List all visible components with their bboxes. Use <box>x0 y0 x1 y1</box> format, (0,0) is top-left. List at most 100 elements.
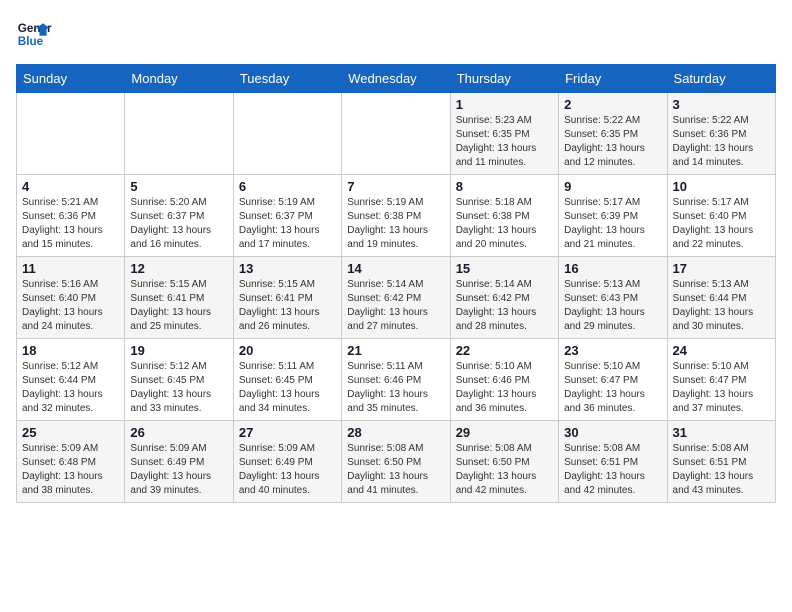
calendar-cell: 31Sunrise: 5:08 AM Sunset: 6:51 PM Dayli… <box>667 421 775 503</box>
logo-icon: General Blue <box>16 16 52 52</box>
calendar-cell: 20 Sunrise: 5:11 AM Sunset: 6:45 PM Dayli… <box>233 339 341 421</box>
calendar-week-row: 4Sunrise: 5:21 AM Sunset: 6:36 PM Daylig… <box>17 175 776 257</box>
weekday-header: Sunday <box>17 65 125 93</box>
day-number: 23 <box>564 343 661 358</box>
day-detail: Sunrise: 5:10 AM Sunset: 6:46 PM Dayligh… <box>456 360 553 416</box>
day-detail: Sunrise: 5:17 AM Sunset: 6:39 PM Dayligh… <box>564 196 661 252</box>
calendar-cell: 12 Sunrise: 5:15 AM Sunset: 6:41 PM Dayli… <box>125 257 233 339</box>
calendar-cell: 13 Sunrise: 5:15 AM Sunset: 6:41 PM Dayli… <box>233 257 341 339</box>
logo: General Blue <box>16 16 52 52</box>
day-number: 1 <box>456 97 553 112</box>
calendar-cell: 30Sunrise: 5:08 AM Sunset: 6:51 PM Dayli… <box>559 421 667 503</box>
day-detail: Sunrise: 5:08 AM Sunset: 6:50 PM Dayligh… <box>456 442 553 498</box>
svg-text:Blue: Blue <box>18 35 44 48</box>
day-number: 20 <box>239 343 336 358</box>
calendar-cell: 5 Sunrise: 5:20 AM Sunset: 6:37 PM Daylig… <box>125 175 233 257</box>
day-detail: Sunrise: 5:11 AM Sunset: 6:45 PM Dayligh… <box>239 360 336 416</box>
weekday-header: Tuesday <box>233 65 341 93</box>
day-number: 12 <box>130 261 227 276</box>
header: General Blue <box>16 16 776 52</box>
day-detail: Sunrise: 5:10 AM Sunset: 6:47 PM Dayligh… <box>564 360 661 416</box>
calendar-cell <box>233 93 341 175</box>
day-detail: Sunrise: 5:09 AM Sunset: 6:49 PM Dayligh… <box>130 442 227 498</box>
calendar-cell: 25Sunrise: 5:09 AM Sunset: 6:48 PM Dayli… <box>17 421 125 503</box>
calendar-cell: 9 Sunrise: 5:17 AM Sunset: 6:39 PM Daylig… <box>559 175 667 257</box>
calendar-cell <box>17 93 125 175</box>
day-detail: Sunrise: 5:13 AM Sunset: 6:43 PM Dayligh… <box>564 278 661 334</box>
calendar-cell: 27 Sunrise: 5:09 AM Sunset: 6:49 PM Dayli… <box>233 421 341 503</box>
weekday-header: Monday <box>125 65 233 93</box>
calendar-cell: 19 Sunrise: 5:12 AM Sunset: 6:45 PM Dayli… <box>125 339 233 421</box>
day-number: 11 <box>22 261 119 276</box>
calendar-cell <box>342 93 450 175</box>
calendar-cell: 24Sunrise: 5:10 AM Sunset: 6:47 PM Dayli… <box>667 339 775 421</box>
day-number: 25 <box>22 425 119 440</box>
day-number: 5 <box>130 179 227 194</box>
day-detail: Sunrise: 5:14 AM Sunset: 6:42 PM Dayligh… <box>347 278 444 334</box>
calendar-cell: 1 Sunrise: 5:23 AM Sunset: 6:35 PM Daylig… <box>450 93 558 175</box>
day-number: 14 <box>347 261 444 276</box>
day-number: 24 <box>673 343 770 358</box>
day-detail: Sunrise: 5:12 AM Sunset: 6:44 PM Dayligh… <box>22 360 119 416</box>
day-detail: Sunrise: 5:23 AM Sunset: 6:35 PM Dayligh… <box>456 114 553 170</box>
day-number: 7 <box>347 179 444 194</box>
day-number: 9 <box>564 179 661 194</box>
calendar-cell: 26Sunrise: 5:09 AM Sunset: 6:49 PM Dayli… <box>125 421 233 503</box>
day-number: 18 <box>22 343 119 358</box>
day-number: 15 <box>456 261 553 276</box>
weekday-header: Saturday <box>667 65 775 93</box>
calendar-body: 1 Sunrise: 5:23 AM Sunset: 6:35 PM Daylig… <box>17 93 776 503</box>
day-detail: Sunrise: 5:20 AM Sunset: 6:37 PM Dayligh… <box>130 196 227 252</box>
day-number: 21 <box>347 343 444 358</box>
day-detail: Sunrise: 5:15 AM Sunset: 6:41 PM Dayligh… <box>239 278 336 334</box>
calendar-cell: 21 Sunrise: 5:11 AM Sunset: 6:46 PM Dayli… <box>342 339 450 421</box>
day-detail: Sunrise: 5:19 AM Sunset: 6:37 PM Dayligh… <box>239 196 336 252</box>
calendar-cell: 2Sunrise: 5:22 AM Sunset: 6:35 PM Daylig… <box>559 93 667 175</box>
calendar-cell: 23 Sunrise: 5:10 AM Sunset: 6:47 PM Dayli… <box>559 339 667 421</box>
calendar-week-row: 1 Sunrise: 5:23 AM Sunset: 6:35 PM Daylig… <box>17 93 776 175</box>
day-detail: Sunrise: 5:21 AM Sunset: 6:36 PM Dayligh… <box>22 196 119 252</box>
day-number: 28 <box>347 425 444 440</box>
weekday-header: Wednesday <box>342 65 450 93</box>
day-detail: Sunrise: 5:19 AM Sunset: 6:38 PM Dayligh… <box>347 196 444 252</box>
day-detail: Sunrise: 5:22 AM Sunset: 6:35 PM Dayligh… <box>564 114 661 170</box>
svg-text:General: General <box>18 22 52 35</box>
calendar-cell: 7 Sunrise: 5:19 AM Sunset: 6:38 PM Daylig… <box>342 175 450 257</box>
day-detail: Sunrise: 5:09 AM Sunset: 6:49 PM Dayligh… <box>239 442 336 498</box>
calendar-cell: 11 Sunrise: 5:16 AM Sunset: 6:40 PM Dayli… <box>17 257 125 339</box>
day-detail: Sunrise: 5:08 AM Sunset: 6:50 PM Dayligh… <box>347 442 444 498</box>
day-number: 13 <box>239 261 336 276</box>
calendar-cell: 22 Sunrise: 5:10 AM Sunset: 6:46 PM Dayli… <box>450 339 558 421</box>
calendar-cell: 18 Sunrise: 5:12 AM Sunset: 6:44 PM Dayli… <box>17 339 125 421</box>
day-detail: Sunrise: 5:13 AM Sunset: 6:44 PM Dayligh… <box>673 278 770 334</box>
calendar-cell: 8Sunrise: 5:18 AM Sunset: 6:38 PM Daylig… <box>450 175 558 257</box>
calendar-cell: 15Sunrise: 5:14 AM Sunset: 6:42 PM Dayli… <box>450 257 558 339</box>
day-number: 16 <box>564 261 661 276</box>
calendar-cell: 16 Sunrise: 5:13 AM Sunset: 6:43 PM Dayli… <box>559 257 667 339</box>
day-detail: Sunrise: 5:08 AM Sunset: 6:51 PM Dayligh… <box>564 442 661 498</box>
weekday-header: Friday <box>559 65 667 93</box>
calendar-week-row: 18 Sunrise: 5:12 AM Sunset: 6:44 PM Dayli… <box>17 339 776 421</box>
calendar-cell: 29Sunrise: 5:08 AM Sunset: 6:50 PM Dayli… <box>450 421 558 503</box>
day-detail: Sunrise: 5:08 AM Sunset: 6:51 PM Dayligh… <box>673 442 770 498</box>
calendar-cell: 6 Sunrise: 5:19 AM Sunset: 6:37 PM Daylig… <box>233 175 341 257</box>
day-detail: Sunrise: 5:12 AM Sunset: 6:45 PM Dayligh… <box>130 360 227 416</box>
day-number: 19 <box>130 343 227 358</box>
calendar-cell: 28 Sunrise: 5:08 AM Sunset: 6:50 PM Dayli… <box>342 421 450 503</box>
day-number: 8 <box>456 179 553 194</box>
day-detail: Sunrise: 5:15 AM Sunset: 6:41 PM Dayligh… <box>130 278 227 334</box>
day-number: 10 <box>673 179 770 194</box>
calendar-cell: 14 Sunrise: 5:14 AM Sunset: 6:42 PM Dayli… <box>342 257 450 339</box>
day-detail: Sunrise: 5:16 AM Sunset: 6:40 PM Dayligh… <box>22 278 119 334</box>
weekday-header: Thursday <box>450 65 558 93</box>
calendar-table: SundayMondayTuesdayWednesdayThursdayFrid… <box>16 64 776 503</box>
day-detail: Sunrise: 5:11 AM Sunset: 6:46 PM Dayligh… <box>347 360 444 416</box>
day-number: 22 <box>456 343 553 358</box>
calendar-week-row: 11 Sunrise: 5:16 AM Sunset: 6:40 PM Dayli… <box>17 257 776 339</box>
day-number: 17 <box>673 261 770 276</box>
day-number: 6 <box>239 179 336 194</box>
calendar-header-row: SundayMondayTuesdayWednesdayThursdayFrid… <box>17 65 776 93</box>
day-number: 27 <box>239 425 336 440</box>
calendar-cell: 4Sunrise: 5:21 AM Sunset: 6:36 PM Daylig… <box>17 175 125 257</box>
day-number: 3 <box>673 97 770 112</box>
